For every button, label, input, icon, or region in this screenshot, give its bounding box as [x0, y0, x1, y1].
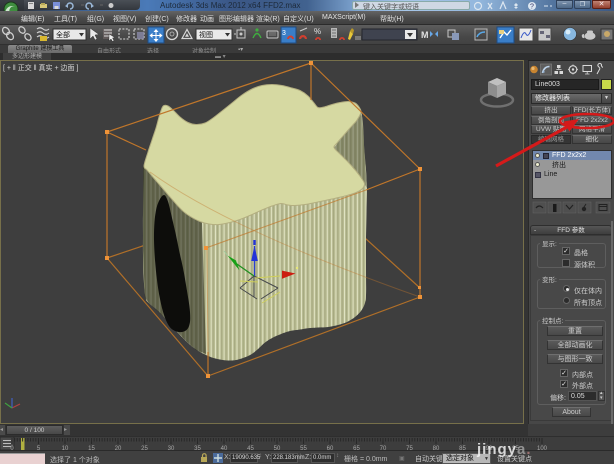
svg-text:M: M: [421, 30, 429, 40]
svg-text:3: 3: [282, 30, 286, 37]
svg-text:?: ?: [530, 4, 534, 11]
svg-text:%: %: [314, 27, 321, 36]
svg-text:视图: 视图: [199, 30, 213, 39]
svg-text:全部: 全部: [56, 30, 70, 39]
